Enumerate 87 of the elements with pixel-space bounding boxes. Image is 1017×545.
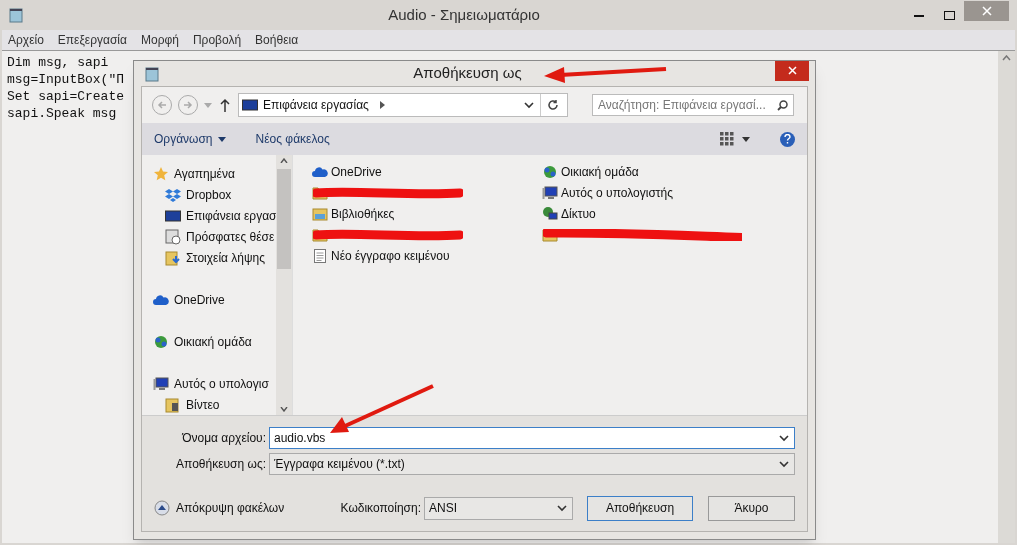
computer-icon [542, 184, 558, 201]
chevron-down-icon [523, 99, 535, 111]
caret-icon [217, 136, 226, 142]
search-input[interactable]: Αναζήτηση: Επιφάνεια εργασί... [598, 96, 777, 114]
text-editor[interactable] [2, 50, 1015, 543]
file-item[interactable]: Δίκτυο [542, 203, 742, 224]
dialog-button[interactable]: Αποθήκευση [587, 495, 693, 521]
field-label: Όνομα αρχείου: [181, 429, 266, 447]
close-icon [981, 6, 992, 16]
help-button[interactable] [780, 131, 795, 147]
file-item[interactable]: Βιβλιοθήκες [312, 203, 512, 224]
breadcrumb-arrow-icon [379, 101, 386, 109]
dialog-title: Αποθήκευση ως [413, 63, 522, 84]
chevron-down-icon [556, 502, 568, 514]
grid-icon [720, 132, 734, 146]
star-icon [153, 165, 169, 182]
caret-icon [742, 136, 750, 142]
search-field[interactable]: Αναζήτηση: Επιφάνεια εργασί... [592, 94, 794, 116]
notepad-icon [8, 7, 24, 23]
code-line: sapi.Speak msg [7, 105, 117, 122]
collapse-up-icon [154, 500, 170, 516]
field-label: Αποθήκευση ως: [175, 455, 266, 473]
view-button[interactable] [720, 132, 750, 146]
monitor-icon [242, 97, 258, 113]
close-icon [787, 66, 797, 75]
text-document-icon [312, 247, 328, 264]
film-folder-icon [165, 396, 181, 413]
menu-item[interactable]: Προβολή [192, 31, 242, 49]
filename-input[interactable]: audio.vbs [274, 428, 778, 447]
file-item[interactable]: Αυτός ο υπολογιστής [542, 182, 742, 203]
dropdown-caret-icon [204, 102, 212, 108]
up-button[interactable] [218, 97, 232, 113]
close-button[interactable] [775, 60, 809, 81]
field-label: Κωδικοποίηση: [340, 500, 421, 517]
search-icon [777, 99, 788, 111]
globe-computer-icon [542, 205, 558, 222]
address-bar[interactable]: Επιφάνεια εργασίας [238, 93, 568, 117]
arrow-left-icon [157, 100, 167, 110]
hide-folders-button[interactable]: Απόκρυψη φακέλων [154, 499, 285, 517]
refresh-icon [546, 99, 559, 111]
scrollbar[interactable] [998, 51, 1015, 543]
notepad-icon [144, 65, 160, 82]
menu-item[interactable]: Βοήθεια [255, 31, 299, 49]
organize-button[interactable]: Οργάνωση [154, 130, 226, 148]
menu-item[interactable]: Επεξεργασία [57, 31, 127, 49]
arrow-up-icon [220, 98, 230, 112]
scroll-down-icon [280, 407, 288, 412]
scroll-up-icon [1002, 55, 1011, 61]
clock-document-icon [165, 228, 181, 245]
question-mark-icon [784, 134, 791, 144]
file-item[interactable]: Νέο έγγραφο κειμένου [312, 245, 512, 266]
file-type-dropdown[interactable]: Έγγραφα κειμένου (*.txt) [269, 452, 795, 475]
nav-item[interactable]: OneDrive [153, 289, 276, 310]
arrow-right-icon [183, 100, 193, 110]
nav-item[interactable]: Οικιακή ομάδα [153, 331, 276, 352]
menu-item[interactable]: Αρχείο [8, 31, 44, 49]
filename-field[interactable]: audio.vbs [269, 426, 795, 449]
library-folder-icon [312, 205, 328, 222]
computer-icon [153, 375, 169, 392]
nav-item[interactable]: Αυτός ο υπολογισ [153, 373, 276, 394]
file-item[interactable]: OneDrive [312, 161, 512, 182]
scrollbar[interactable] [276, 155, 292, 415]
nav-item[interactable]: Αγαπημένα [153, 163, 276, 184]
new-folder-button[interactable]: Νέος φάκελος [255, 130, 330, 148]
nav-item[interactable]: Επιφάνεια εργασ [153, 205, 276, 226]
nav-item[interactable]: Βίντεο [153, 394, 276, 415]
people-network-icon [542, 163, 558, 180]
file-item[interactable]: Οικιακή ομάδα [542, 161, 742, 182]
dropbox-icon [165, 186, 181, 203]
nav-item[interactable]: Στοιχεία λήψης [153, 247, 276, 268]
breadcrumb[interactable]: Επιφάνεια εργασίας [263, 96, 369, 114]
encoding-dropdown[interactable]: ANSI [424, 496, 573, 520]
code-line: Dim msg, sapi [7, 54, 109, 71]
people-network-icon [153, 333, 169, 350]
window-title: Audio - Σημειωματάριο [387, 4, 541, 25]
menu-item[interactable]: Μορφή [140, 31, 179, 49]
code-line: Set sapi=Create [7, 88, 125, 105]
minimize-icon [914, 13, 924, 17]
maximize-icon [943, 10, 955, 20]
scroll-up-icon [280, 158, 288, 163]
nav-item[interactable]: Dropbox [153, 184, 276, 205]
nav-item[interactable]: Πρόσφατες θέσε [153, 226, 276, 247]
dialog-button[interactable]: Άκυρο [708, 495, 795, 521]
monitor-icon [165, 207, 181, 224]
code-line: msg=InputBox("Π [7, 71, 125, 88]
scroll-thumb[interactable] [277, 169, 291, 269]
download-folder-icon [165, 249, 181, 266]
